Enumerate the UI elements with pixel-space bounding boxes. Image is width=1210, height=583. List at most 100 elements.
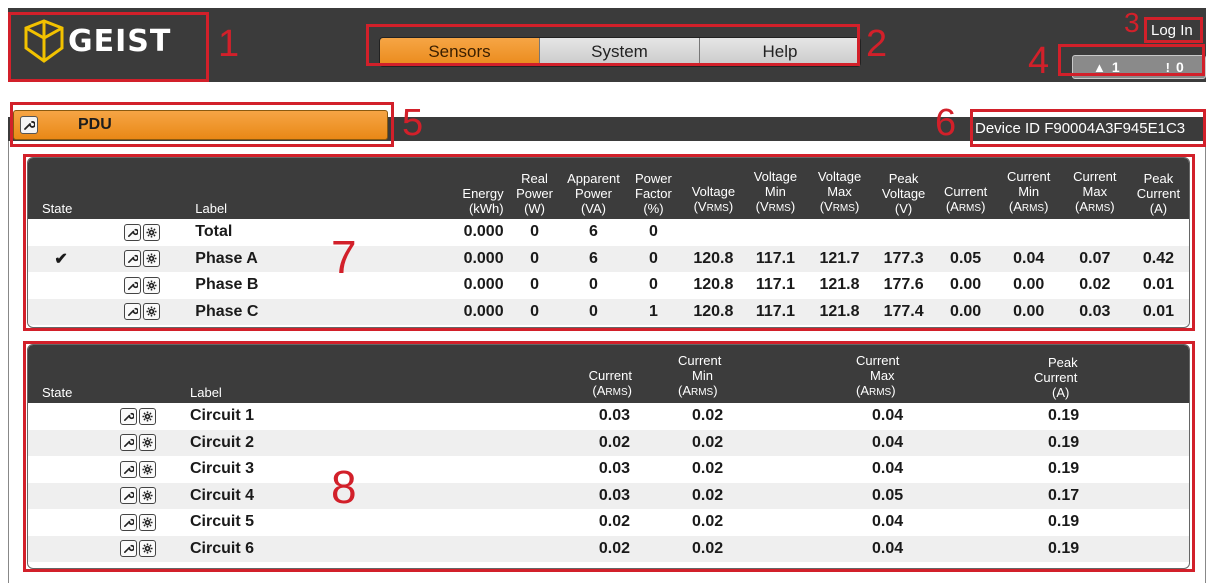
annotation-number-5: 5 [402, 102, 424, 144]
wrench-icon[interactable] [123, 276, 141, 294]
wrench-icon[interactable] [120, 487, 137, 505]
cell-voltage-min [743, 219, 807, 246]
table-row: Circuit 5 0.02 0.02 0.04 0.19 [28, 509, 1189, 536]
cell-current-min [996, 219, 1062, 246]
cell-peak-current: 0.17 [1030, 482, 1189, 509]
col-voltage-max: Voltage Max (VRMS) [807, 158, 872, 219]
annotation-number-6: 6 [935, 102, 957, 144]
table-row: Total 0.000 0 6 0 [28, 219, 1189, 246]
cell-current: 0.03 [434, 482, 672, 509]
wrench-icon[interactable] [123, 303, 141, 321]
row-actions-cell [94, 245, 190, 272]
row-state [28, 456, 92, 483]
gear-icon[interactable] [142, 303, 160, 321]
cell-apparent-power: 0 [589, 276, 598, 294]
annotation-number-3: 3 [1124, 7, 1140, 38]
cell-voltage: 120.8 [683, 298, 744, 325]
row-label: Circuit 5 [190, 513, 255, 531]
gear-icon[interactable] [142, 276, 160, 294]
gear-icon[interactable] [139, 460, 156, 478]
logo-text: GEIST [68, 23, 172, 59]
gear-icon[interactable] [139, 407, 156, 425]
annotation-number-7: 7 [331, 231, 357, 283]
warning-count[interactable]: ▲ 1 [1093, 59, 1120, 75]
alert-count[interactable]: ! 0 [1166, 59, 1184, 75]
row-actions [92, 540, 184, 558]
row-actions [92, 460, 184, 478]
cell-voltage [683, 219, 743, 246]
wrench-icon[interactable] [120, 540, 137, 558]
table-row: Circuit 2 0.02 0.02 0.04 0.19 [28, 429, 1189, 456]
cell-energy: 0.000 [463, 276, 504, 294]
pdu-tab[interactable]: PDU [13, 110, 388, 140]
row-actions-cell [92, 535, 184, 562]
gear-icon[interactable] [142, 223, 160, 241]
cell-peak-current: 0.19 [1048, 407, 1080, 425]
wrench-icon[interactable] [120, 407, 137, 425]
row-label: Total [195, 223, 233, 241]
col-current: Current (ARMS) [935, 158, 996, 219]
cell-current-min: 0.02 [672, 429, 846, 456]
tab-system[interactable]: System [540, 38, 700, 66]
row-state [28, 219, 94, 246]
row-actions-cell [92, 482, 184, 509]
cell-voltage-max: 121.8 [807, 298, 872, 325]
pdu-label: PDU [78, 116, 112, 133]
cell-voltage-min: 117.1 [755, 276, 795, 294]
table-row: Circuit 6 0.02 0.02 0.04 0.19 [28, 535, 1189, 562]
device-id-label: Device ID [975, 120, 1041, 137]
col-peak-current: Peak Current (A) [1127, 158, 1189, 219]
cell-peak-current: 0.19 [1048, 513, 1080, 531]
cell-energy: 0.000 [463, 223, 504, 241]
wrench-icon[interactable] [120, 460, 137, 478]
row-label: Phase C [189, 298, 423, 325]
geist-logo[interactable]: GEIST [22, 18, 171, 64]
cell-voltage-min: 117.1 [743, 245, 808, 272]
device-id-value: F90004A3F945E1C3 [1044, 120, 1186, 137]
row-label: Circuit 2 [184, 429, 434, 456]
col-peak-voltage: Peak Voltage (V) [871, 158, 936, 219]
cell-voltage-max: 121.7 [807, 245, 872, 272]
wrench-icon[interactable] [123, 223, 141, 241]
cell-current-min: 0.04 [995, 245, 1062, 272]
tab-sensors[interactable]: Sensors [380, 38, 540, 66]
table-row: Circuit 4 0.03 0.02 0.05 0.17 [28, 482, 1189, 509]
cell-current: 0.03 [598, 407, 630, 425]
cell-current: 0.02 [434, 429, 672, 456]
cell-current: 0.02 [598, 513, 630, 531]
col-label: Label [189, 158, 423, 219]
row-state [28, 509, 92, 536]
gear-icon[interactable] [139, 540, 156, 558]
tab-help[interactable]: Help [700, 38, 860, 66]
col-power-factor: Power Factor (%) [623, 158, 684, 219]
gear-icon[interactable] [142, 250, 160, 268]
row-state: ✔ [28, 245, 95, 272]
cell-current-min: 0.02 [692, 460, 724, 478]
cell-apparent-power: 6 [563, 245, 624, 272]
cell-voltage: 120.8 [693, 276, 734, 294]
row-actions-cell [92, 456, 184, 483]
row-state [28, 298, 95, 325]
row-actions-cell [92, 509, 184, 536]
wrench-icon[interactable] [20, 116, 38, 134]
gear-icon[interactable] [139, 487, 156, 505]
cell-current: 0.00 [935, 298, 996, 325]
col-current-min: Current Min (ARMS) [672, 345, 846, 403]
row-actions [92, 513, 184, 531]
row-actions-cell [94, 219, 189, 246]
login-link[interactable]: Log In [1151, 22, 1193, 39]
table-row: Phase B 0.000 0 0 0 120.8 117.1 121.8 177.6 0.00 0… [28, 272, 1189, 299]
cell-real-power: 0 [505, 298, 564, 325]
gear-icon[interactable] [139, 513, 156, 531]
cell-power-factor: 0 [623, 245, 684, 272]
wrench-icon[interactable] [123, 250, 141, 268]
alarm-summary[interactable]: ▲ 1 ! 0 [1072, 55, 1206, 79]
wrench-icon[interactable] [120, 513, 137, 531]
annotation-number-4: 4 [1028, 40, 1050, 82]
row-state [28, 429, 92, 456]
cell-current: 0.02 [434, 535, 672, 562]
wrench-icon[interactable] [120, 434, 137, 452]
top-header: GEIST Sensors System Help Log In ▲ 1 ! 0 [8, 8, 1206, 82]
gear-icon[interactable] [139, 434, 156, 452]
row-label: Phase B [195, 276, 259, 294]
